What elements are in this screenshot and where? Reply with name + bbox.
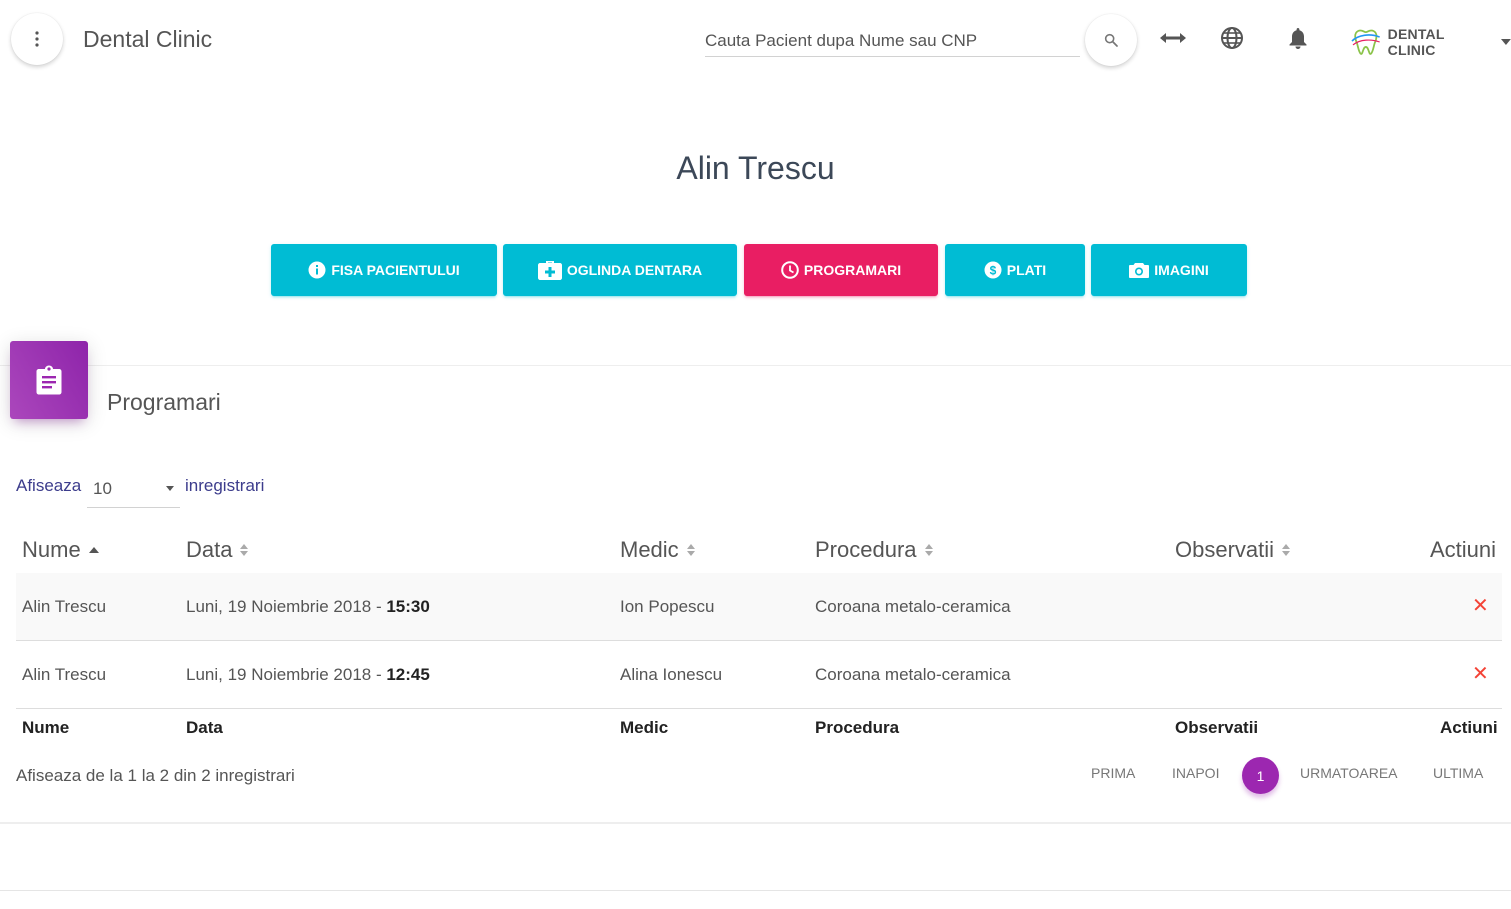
- medical-bag-icon: [537, 261, 562, 280]
- column-header-label: Nume: [22, 537, 81, 562]
- clipboard-icon: [36, 365, 62, 395]
- column-footer-data: Data: [186, 718, 223, 737]
- search-icon: [1104, 33, 1118, 47]
- pagination-prev[interactable]: INAPOI: [1172, 765, 1219, 781]
- cell-data: Luni, 19 Noiembrie 2018 - 15:30: [186, 597, 430, 617]
- column-header-label: Data: [186, 537, 233, 562]
- caret-down-icon: [1501, 39, 1511, 45]
- column-header-label: Medic: [620, 537, 679, 562]
- sort-icon: [240, 544, 249, 556]
- card-divider: [0, 365, 1511, 366]
- column-header-label: Observatii: [1175, 537, 1275, 562]
- card-header-icon: [10, 341, 88, 419]
- column-footer-observatii: Observatii: [1175, 718, 1259, 737]
- tooth-logo-icon: [1351, 29, 1380, 55]
- cell-date-text: Luni, 19 Noiembrie 2018 -: [186, 597, 387, 616]
- language-button[interactable]: [1216, 22, 1248, 54]
- delete-button[interactable]: ✕: [1472, 664, 1489, 684]
- footer-divider: [0, 890, 1511, 891]
- tab-imagini[interactable]: IMAGINI: [1091, 244, 1247, 296]
- page-length-select[interactable]: 10: [87, 470, 180, 508]
- pagination-next[interactable]: URMATOAREA: [1300, 765, 1398, 781]
- bell-icon: [1289, 28, 1307, 49]
- table-info: Afiseaza de la 1 la 2 din 2 inregistrari: [16, 766, 295, 785]
- column-footer-medic: Medic: [620, 718, 669, 737]
- tab-label: OGLINDA DENTARA: [566, 262, 703, 278]
- dollar-icon: $: [984, 261, 1002, 279]
- column-footer-nume: Nume: [22, 718, 70, 737]
- clock-icon: [781, 261, 799, 279]
- tab-programari[interactable]: PROGRAMARI: [744, 244, 938, 296]
- tab-label: PROGRAMARI: [803, 262, 902, 278]
- cell-medic: Alina Ionescu: [620, 665, 723, 684]
- notifications-button[interactable]: [1282, 22, 1314, 54]
- cell-time: 12:45: [386, 665, 430, 684]
- cell-procedura: Coroana metalo-ceramica: [815, 597, 1011, 616]
- cell-data: Luni, 19 Noiembrie 2018 - 12:45: [186, 665, 430, 685]
- card-bottom-edge: [0, 822, 1511, 824]
- cell-procedura: Coroana metalo-ceramica: [815, 665, 1011, 684]
- patient-name: Alin Trescu: [676, 150, 835, 186]
- column-header-data[interactable]: Data: [186, 537, 249, 563]
- row-divider: [16, 708, 1502, 709]
- search-button[interactable]: [1085, 14, 1137, 66]
- cell-time: 15:30: [386, 597, 430, 616]
- more-vert-icon: [35, 31, 39, 47]
- tab-oglinda-dentara[interactable]: OGLINDA DENTARA: [503, 244, 737, 296]
- sort-icon: [686, 544, 695, 556]
- cell-nume: Alin Trescu: [22, 597, 107, 616]
- tab-label: PLATI: [1006, 262, 1047, 278]
- sort-icon: [924, 544, 933, 556]
- column-footer-actiuni: Actiuni: [1440, 718, 1498, 737]
- column-header-actiuni: Actiuni: [1430, 537, 1496, 563]
- menu-toggle-button[interactable]: [11, 13, 63, 65]
- pagination-last[interactable]: ULTIMA: [1433, 765, 1483, 781]
- brand-title[interactable]: Dental Clinic: [83, 26, 212, 53]
- delete-button[interactable]: ✕: [1472, 596, 1489, 616]
- tab-plati[interactable]: $ PLATI: [945, 244, 1085, 296]
- column-header-label: Procedura: [815, 537, 917, 562]
- sort-icon: [1282, 544, 1291, 556]
- cell-date-text: Luni, 19 Noiembrie 2018 -: [186, 665, 387, 684]
- search-input[interactable]: [705, 28, 1080, 54]
- length-prefix: Afiseaza: [16, 476, 82, 495]
- cell-nume: Alin Trescu: [22, 665, 107, 684]
- sort-asc-icon: [88, 547, 99, 553]
- column-header-nume[interactable]: Nume: [22, 537, 99, 563]
- page-length-value: 10: [93, 478, 112, 498]
- camera-icon: [1129, 263, 1150, 278]
- user-menu[interactable]: DENTAL CLINIC: [1350, 26, 1511, 58]
- column-header-label: Actiuni: [1430, 537, 1497, 562]
- column-footer-procedura: Procedura: [815, 718, 900, 737]
- arrows-horizontal-icon: [1160, 33, 1186, 43]
- tab-label: IMAGINI: [1154, 262, 1209, 278]
- tab-fisa-pacientului[interactable]: FISA PACIENTULUI: [271, 244, 497, 296]
- resize-toggle-button[interactable]: [1157, 22, 1189, 54]
- length-suffix: inregistrari: [185, 476, 265, 495]
- svg-text:$: $: [989, 264, 996, 278]
- pagination-first[interactable]: PRIMA: [1091, 765, 1135, 781]
- column-header-medic[interactable]: Medic: [620, 537, 695, 563]
- column-header-observatii[interactable]: Observatii: [1175, 537, 1291, 563]
- user-name: DENTAL CLINIC: [1387, 26, 1445, 58]
- tab-label: FISA PACIENTULUI: [331, 262, 460, 278]
- globe-icon: [1221, 27, 1243, 49]
- search-field: [705, 28, 1080, 57]
- card-title: Programari: [107, 389, 221, 415]
- caret-down-icon: [166, 486, 174, 491]
- info-icon: [308, 261, 326, 279]
- pagination-page-1[interactable]: 1: [1242, 757, 1279, 794]
- cell-medic: Ion Popescu: [620, 597, 715, 616]
- column-header-procedura[interactable]: Procedura: [815, 537, 933, 563]
